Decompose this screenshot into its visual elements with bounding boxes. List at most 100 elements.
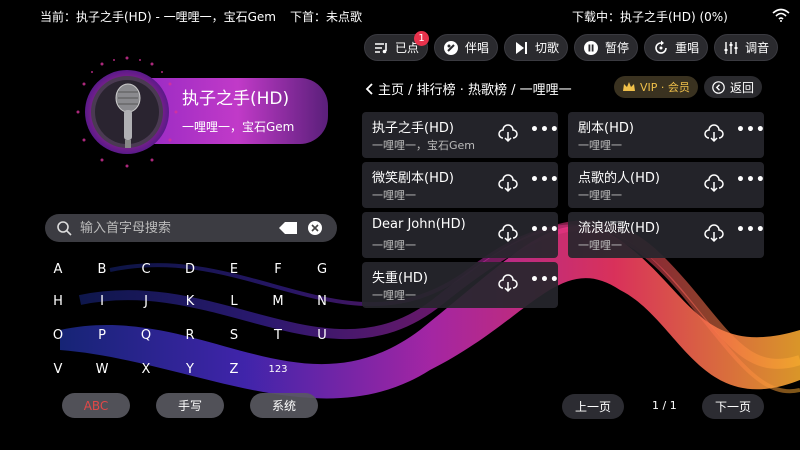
clear-icon[interactable]	[307, 220, 323, 236]
more-options-icon[interactable]: •••	[736, 122, 766, 138]
key-j[interactable]: J	[130, 288, 162, 316]
now-playing-title: 执子之手(HD)	[182, 89, 290, 109]
key-s[interactable]: S	[218, 322, 250, 350]
song-artist: 一哩哩一	[372, 239, 416, 252]
search-icon	[57, 221, 72, 236]
key-h[interactable]: H	[42, 288, 74, 316]
search-input[interactable]	[80, 218, 270, 238]
key-t[interactable]: T	[262, 322, 294, 350]
key-f[interactable]: F	[262, 256, 294, 284]
key-p[interactable]: P	[86, 322, 118, 350]
skip-icon	[516, 41, 528, 54]
song-item[interactable]: Dear John(HD) 一哩哩一 •••	[362, 212, 560, 258]
download-icon[interactable]	[498, 174, 518, 194]
song-title: 失重(HD)	[372, 271, 428, 286]
microphone-disc-icon	[76, 56, 178, 168]
mode-handwriting-button[interactable]: 手写	[156, 393, 224, 418]
key-r[interactable]: R	[174, 322, 206, 350]
key-z[interactable]: Z	[218, 356, 250, 384]
song-artist: 一哩哩一	[578, 139, 622, 152]
download-status-text: 下载中：执子之手(HD) (0%)	[572, 10, 728, 24]
song-item[interactable]: 流浪颂歌(HD) 一哩哩一 •••	[568, 212, 766, 258]
more-options-icon[interactable]: •••	[736, 172, 766, 188]
mixer-label: 调音	[745, 41, 770, 55]
download-icon[interactable]	[498, 274, 518, 294]
queue-count-badge: 1	[414, 31, 430, 46]
status-bar: 当前：执子之手(HD) - 一哩哩一，宝石Gem 下首：未点歌 下载中：执子之手…	[0, 0, 800, 30]
key-y[interactable]: Y	[174, 356, 206, 384]
breadcrumb-row: 主页 / 排行榜 · 热歌榜 / 一哩哩一 VIP · 会员 返回	[364, 76, 764, 100]
song-artist: 一哩哩一	[372, 289, 416, 302]
key-v[interactable]: V	[42, 356, 74, 384]
replay-label: 重唱	[675, 41, 700, 55]
control-toolbar: 已点 1 伴唱 切歌 暂停 重唱 调音	[364, 31, 779, 62]
mixer-icon	[724, 41, 738, 54]
backspace-icon[interactable]	[277, 220, 299, 236]
replay-button[interactable]: 重唱	[644, 34, 709, 61]
pause-button[interactable]: 暂停	[574, 34, 639, 61]
more-options-icon[interactable]: •••	[530, 172, 560, 188]
key-b[interactable]: B	[86, 256, 118, 284]
next-page-button[interactable]: 下一页	[702, 394, 764, 419]
key-w[interactable]: W	[86, 356, 118, 384]
now-playing-text: 当前：执子之手(HD) - 一哩哩一，宝石Gem	[40, 10, 276, 24]
vip-button[interactable]: VIP · 会员	[614, 76, 698, 98]
song-item[interactable]: 执子之手(HD) 一哩哩一，宝石Gem •••	[362, 112, 560, 158]
wifi-icon	[772, 8, 790, 22]
more-options-icon[interactable]: •••	[530, 122, 560, 138]
skip-song-button[interactable]: 切歌	[504, 34, 569, 61]
breadcrumb-text: 主页 / 排行榜 · 热歌榜 / 一哩哩一	[378, 83, 572, 98]
pause-label: 暂停	[605, 41, 630, 55]
song-item[interactable]: 微笑剧本(HD) 一哩哩一 •••	[362, 162, 560, 208]
prev-page-button[interactable]: 上一页	[562, 394, 624, 419]
key-q[interactable]: Q	[130, 322, 162, 350]
song-title: Dear John(HD)	[372, 217, 466, 232]
mode-system-button[interactable]: 系统	[250, 393, 318, 418]
song-item[interactable]: 剧本(HD) 一哩哩一 •••	[568, 112, 766, 158]
download-icon[interactable]	[498, 124, 518, 144]
breadcrumb[interactable]: 主页 / 排行榜 · 热歌榜 / 一哩哩一	[364, 79, 572, 98]
key-n[interactable]: N	[306, 288, 338, 316]
song-item[interactable]: 点歌的人(HD) 一哩哩一 •••	[568, 162, 766, 208]
download-icon[interactable]	[498, 224, 518, 244]
page-indicator: 1 / 1	[652, 399, 677, 412]
chevron-left-icon	[365, 82, 373, 95]
key-o[interactable]: O	[42, 322, 74, 350]
key-numbers[interactable]: 123	[262, 356, 294, 384]
accompany-icon	[444, 40, 459, 55]
more-options-icon[interactable]: •••	[736, 222, 766, 238]
song-artist: 一哩哩一	[372, 189, 416, 202]
download-icon[interactable]	[704, 174, 724, 194]
song-title: 执子之手(HD)	[372, 121, 454, 136]
now-playing-artist: 一哩哩一，宝石Gem	[182, 120, 295, 134]
song-artist: 一哩哩一	[578, 189, 622, 202]
key-x[interactable]: X	[130, 356, 162, 384]
accompany-button[interactable]: 伴唱	[434, 34, 499, 61]
mode-abc-button[interactable]: ABC	[62, 393, 130, 418]
song-item[interactable]: 失重(HD) 一哩哩一 •••	[362, 262, 560, 308]
more-options-icon[interactable]: •••	[530, 272, 560, 288]
vip-label: VIP · 会员	[640, 81, 690, 94]
key-m[interactable]: M	[262, 288, 294, 316]
more-options-icon[interactable]: •••	[530, 222, 560, 238]
song-artist: 一哩哩一	[578, 239, 622, 252]
queued-songs-button[interactable]: 已点 1	[364, 31, 430, 61]
key-a[interactable]: A	[42, 256, 74, 284]
song-artist: 一哩哩一，宝石Gem	[372, 139, 476, 152]
key-e[interactable]: E	[218, 256, 250, 284]
song-title: 流浪颂歌(HD)	[578, 221, 660, 236]
key-l[interactable]: L	[218, 288, 250, 316]
accompany-label: 伴唱	[465, 41, 490, 55]
mixer-button[interactable]: 调音	[714, 34, 779, 61]
key-c[interactable]: C	[130, 256, 162, 284]
pagination: 上一页 1 / 1 下一页	[560, 394, 770, 420]
download-icon[interactable]	[704, 124, 724, 144]
download-icon[interactable]	[704, 224, 724, 244]
key-u[interactable]: U	[306, 322, 338, 350]
key-i[interactable]: I	[86, 288, 118, 316]
key-g[interactable]: G	[306, 256, 338, 284]
back-button[interactable]: 返回	[704, 76, 763, 98]
key-d[interactable]: D	[174, 256, 206, 284]
next-song-text: 下首：未点歌	[290, 10, 363, 24]
key-k[interactable]: K	[174, 288, 206, 316]
